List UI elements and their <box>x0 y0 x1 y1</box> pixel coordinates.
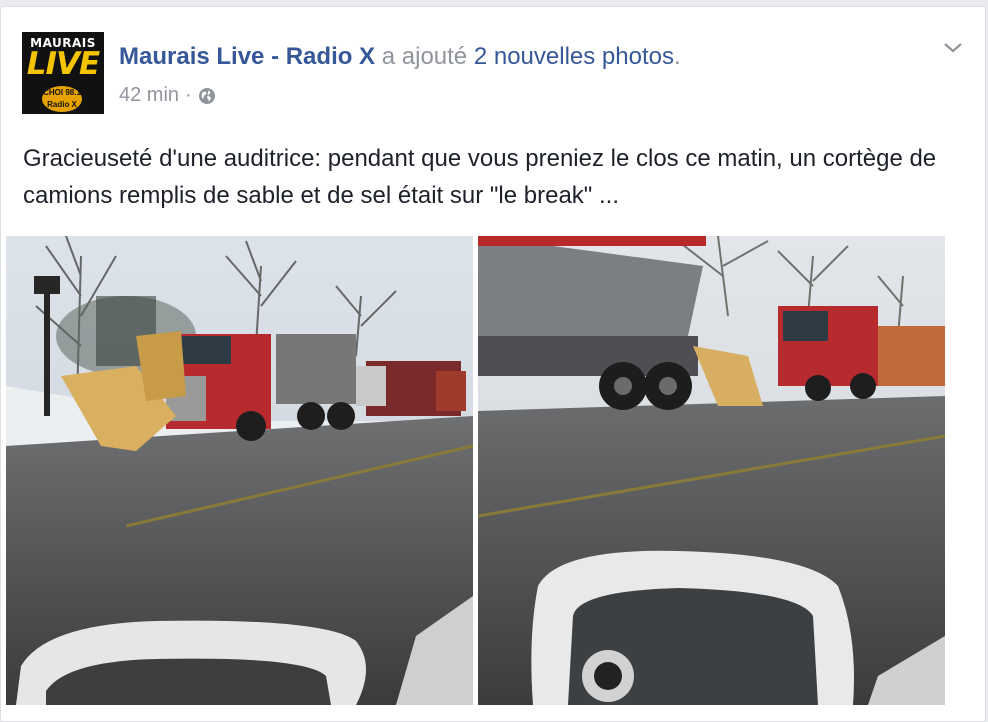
author-link[interactable]: Maurais Live - Radio X <box>119 43 375 70</box>
globe-icon[interactable] <box>198 87 216 105</box>
avatar-radio-badge: CHOI 98.1 Radio X <box>42 86 82 112</box>
photos-count-link[interactable]: 2 nouvelles photos <box>474 43 674 70</box>
chevron-down-icon[interactable] <box>941 39 965 57</box>
post-card: MAURAIS LIVE CHOI 98.1 Radio X Maurais L… <box>0 6 986 722</box>
avatar-logo-line2: LIVE <box>26 46 100 82</box>
meta-separator: · <box>185 84 192 106</box>
photo-salt-truck-mirror <box>478 236 945 705</box>
post-meta: 42 min · <box>119 84 216 107</box>
post-header: Maurais Live - Radio X a ajouté 2 nouvel… <box>119 43 681 71</box>
post-message: Gracieuseté d'une auditrice: pendant que… <box>23 145 937 209</box>
action-prefix: a ajouté <box>381 43 468 70</box>
avatar-badge-line2: Radio X <box>47 100 77 109</box>
page-avatar[interactable]: MAURAIS LIVE CHOI 98.1 Radio X <box>22 32 104 114</box>
photo-snowplow-trucks-street <box>6 236 473 705</box>
post-photo-1[interactable] <box>6 236 473 705</box>
timestamp-link[interactable]: 42 min <box>119 84 179 107</box>
avatar-badge-line1: CHOI 98.1 <box>43 88 81 97</box>
action-suffix: . <box>673 43 681 70</box>
post-photo-2[interactable] <box>478 236 945 705</box>
